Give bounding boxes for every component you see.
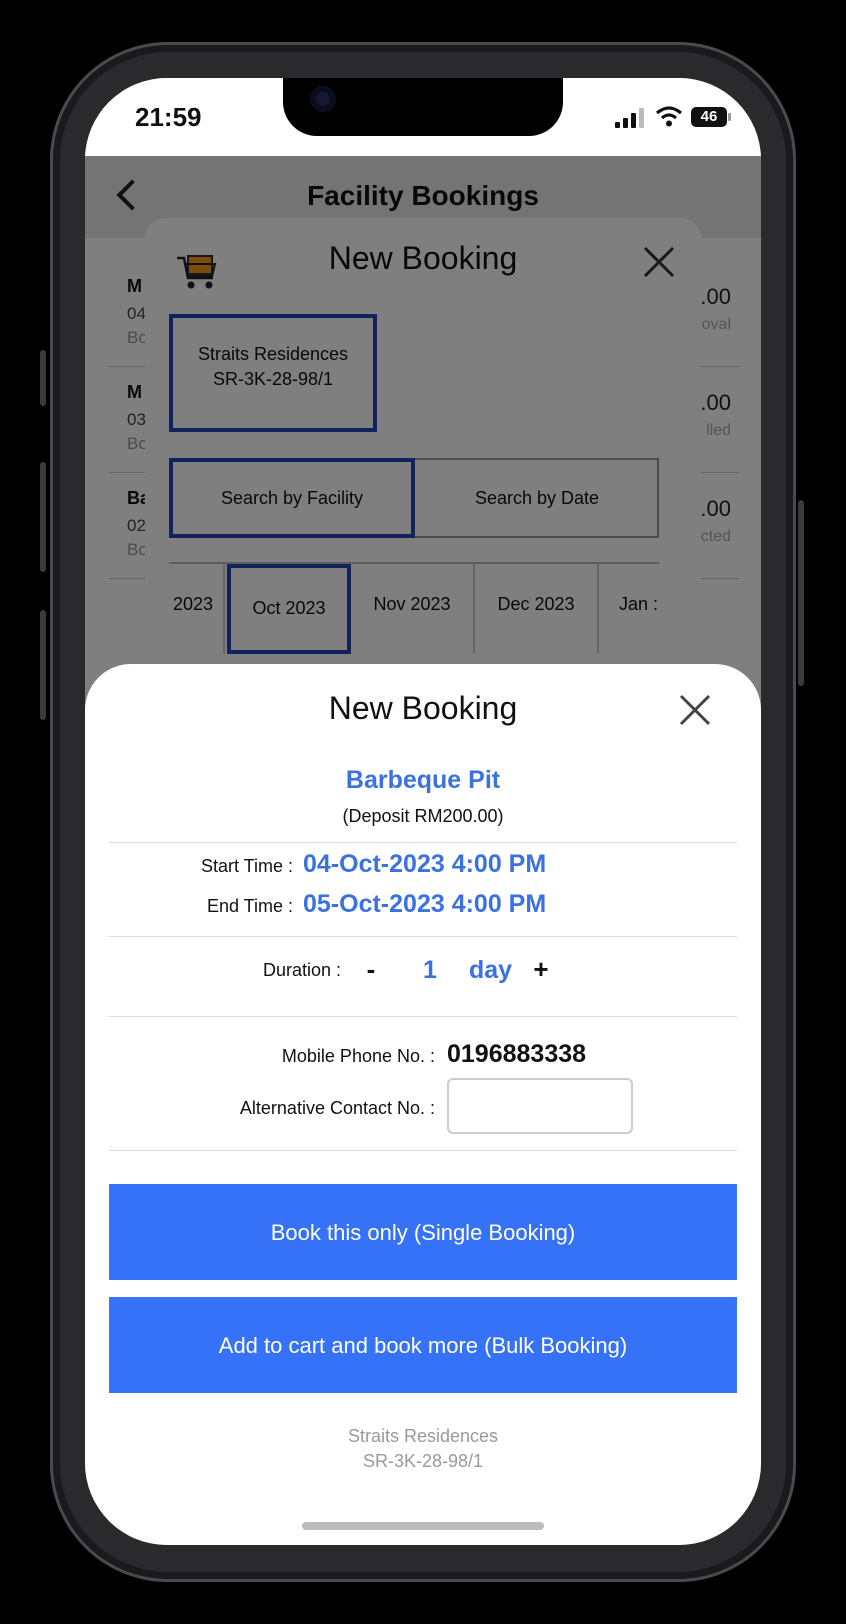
status-time: 21:59 [135, 102, 202, 132]
bulk-booking-button[interactable]: Add to cart and book more (Bulk Booking) [109, 1297, 737, 1393]
battery-icon: 46 [691, 107, 727, 127]
duration-value: 1 [423, 956, 437, 984]
single-booking-button[interactable]: Book this only (Single Booking) [109, 1184, 737, 1280]
duration-label: Duration : [262, 960, 341, 980]
booking-sheet: New Booking Barbeque Pit (Deposit RM200.… [85, 664, 761, 1545]
camera-icon [310, 86, 336, 112]
duration-unit: day [469, 956, 513, 984]
divider [109, 1150, 737, 1151]
footer-unit-name: Straits Residences [347, 1426, 499, 1446]
start-time-value[interactable]: 04-Oct-2023 4:00 PM [303, 850, 546, 879]
home-indicator[interactable] [302, 1522, 544, 1530]
power-button [798, 500, 804, 686]
status-bar: 21:59 46 [85, 78, 761, 156]
divider [109, 1016, 737, 1017]
mobile-phone-label: Mobile Phone No. : [281, 1046, 435, 1066]
volume-up-button [40, 462, 46, 572]
alt-contact-input[interactable] [447, 1078, 633, 1134]
close-icon[interactable] [677, 692, 713, 728]
duration-decrement-button[interactable]: - [357, 954, 385, 985]
end-time-value[interactable]: 05-Oct-2023 4:00 PM [303, 890, 546, 919]
wifi-icon [655, 106, 683, 127]
volume-down-button [40, 610, 46, 720]
signal-icon [615, 108, 647, 128]
mute-switch [40, 350, 46, 406]
battery-tip [728, 113, 731, 121]
end-time-label: End Time : [206, 896, 293, 916]
alt-contact-label: Alternative Contact No. : [239, 1098, 435, 1118]
mobile-phone-value: 0196883338 [447, 1040, 587, 1068]
divider [109, 842, 737, 843]
deposit-text: (Deposit RM200.00) [342, 806, 504, 826]
facility-name: Barbeque Pit [345, 766, 501, 794]
screen: Facility Bookings M 04 Bo .00 oval M 03 … [85, 78, 761, 1545]
duration-increment-button[interactable]: + [527, 954, 555, 985]
sheet-title: New Booking [328, 690, 518, 726]
start-time-label: Start Time : [200, 856, 293, 876]
footer-unit-code: SR-3K-28-98/1 [362, 1451, 484, 1471]
divider [109, 936, 737, 937]
